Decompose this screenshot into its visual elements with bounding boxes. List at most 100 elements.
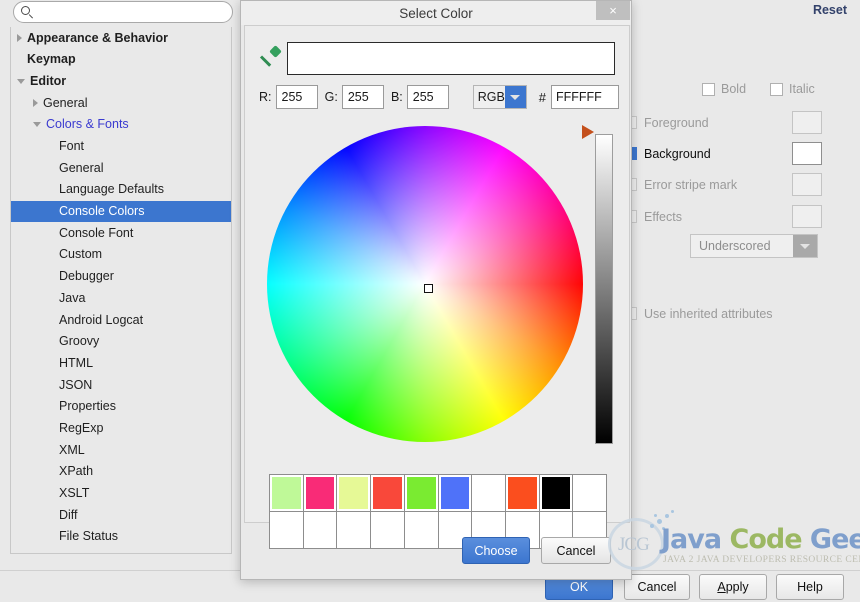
- swatch-cell[interactable]: [539, 475, 574, 512]
- attribute-row-error-stripe-mark[interactable]: Error stripe mark: [624, 172, 860, 197]
- swatch-cell[interactable]: [505, 475, 540, 512]
- dialog-body: R: G: B: RGB #: [244, 25, 630, 549]
- color-mode-value: RGB: [477, 90, 505, 104]
- tree-item-appearance-behavior[interactable]: Appearance & Behavior: [11, 27, 231, 49]
- tree-item-label: Custom: [59, 247, 103, 262]
- swatch-row: [270, 475, 607, 512]
- color-swatch-error-stripe-mark[interactable]: [792, 173, 822, 196]
- g-label: G:: [324, 90, 338, 104]
- swatch-cell[interactable]: [438, 475, 473, 512]
- search-box[interactable]: [13, 1, 233, 23]
- tree-item-label: JSON: [59, 377, 93, 392]
- attribute-row-background[interactable]: Background: [624, 141, 860, 166]
- help-button[interactable]: Help: [776, 574, 844, 600]
- swatch-cell[interactable]: [337, 475, 372, 512]
- effect-type-select[interactable]: Underscored: [690, 234, 818, 258]
- choose-button[interactable]: Choose: [462, 537, 530, 564]
- color-mode-select[interactable]: RGB: [472, 85, 527, 109]
- r-input[interactable]: [275, 85, 318, 109]
- swatch-cell[interactable]: [270, 475, 304, 512]
- tree-item-file-status[interactable]: File Status: [11, 526, 231, 548]
- swatch-cell[interactable]: [371, 475, 405, 512]
- tree-item-general[interactable]: General: [11, 157, 231, 179]
- rgb-channel-row: R: G: B: RGB #: [259, 84, 619, 110]
- tree-item-label: HTML: [59, 355, 94, 370]
- swatch-cell[interactable]: [472, 475, 506, 512]
- reset-link[interactable]: Reset: [813, 3, 847, 17]
- tree-item-label: XML: [59, 442, 85, 457]
- italic-label: Italic: [789, 82, 815, 96]
- color-wheel-marker[interactable]: [424, 284, 433, 293]
- tree-item-label: Editor: [30, 73, 67, 88]
- tree-item-json[interactable]: JSON: [11, 374, 231, 396]
- tree-item-label: Debugger: [59, 269, 114, 284]
- tree-item-label: XPath: [59, 464, 94, 479]
- swatch-cell[interactable]: [573, 475, 607, 512]
- italic-checkbox[interactable]: Italic: [770, 82, 815, 96]
- brightness-slider[interactable]: [595, 134, 613, 444]
- eyedropper-icon[interactable]: [259, 45, 282, 70]
- tree-item-properties[interactable]: Properties: [11, 396, 231, 418]
- attribute-label-background: Background: [644, 146, 711, 161]
- swatch-cell[interactable]: [404, 475, 439, 512]
- color-wheel[interactable]: [267, 126, 585, 444]
- dialog-cancel-button[interactable]: Cancel: [541, 537, 611, 564]
- apply-button[interactable]: Apply: [699, 574, 767, 600]
- search-input[interactable]: [34, 3, 224, 21]
- attribute-row-foreground[interactable]: Foreground: [624, 110, 860, 135]
- brightness-slider-thumb[interactable]: [582, 125, 594, 139]
- color-swatch-background[interactable]: [792, 142, 822, 165]
- g-input[interactable]: [341, 85, 384, 109]
- tree-item-xml[interactable]: XML: [11, 439, 231, 461]
- color-swatch-effects[interactable]: [792, 205, 822, 228]
- tree-item-custom[interactable]: Custom: [11, 244, 231, 266]
- tree-item-label: General: [59, 160, 104, 175]
- swatch-cell[interactable]: [303, 475, 338, 512]
- chevron-right-icon[interactable]: [17, 33, 22, 42]
- close-icon[interactable]: ×: [596, 1, 630, 20]
- tree-item-console-font[interactable]: Console Font: [11, 222, 231, 244]
- tree-item-label: RegExp: [59, 420, 104, 435]
- tree-item-keymap[interactable]: Keymap: [11, 49, 231, 71]
- tree-item-groovy[interactable]: Groovy: [11, 331, 231, 353]
- tree-item-language-defaults[interactable]: Language Defaults: [11, 179, 231, 201]
- tree-item-label: Language Defaults: [59, 182, 164, 197]
- tree-item-label: Keymap: [27, 52, 76, 67]
- settings-tree[interactable]: Appearance & Behavior Keymap Editor General…: [10, 27, 232, 554]
- tree-item-xslt[interactable]: XSLT: [11, 482, 231, 504]
- settings-tree-panel: Appearance & Behavior Keymap Editor General…: [0, 0, 238, 570]
- bold-checkbox[interactable]: Bold: [702, 82, 746, 96]
- tree-item-colors-fonts[interactable]: Colors & Fonts: [11, 114, 231, 136]
- tree-item-java[interactable]: Java: [11, 287, 231, 309]
- tree-item-general[interactable]: General: [11, 92, 231, 114]
- tree-item-diff[interactable]: Diff: [11, 504, 231, 526]
- chevron-down-icon[interactable]: [504, 86, 526, 108]
- tree-item-debugger[interactable]: Debugger: [11, 266, 231, 288]
- swatch-color: [440, 477, 470, 509]
- color-preview-row: [259, 40, 615, 76]
- hex-input[interactable]: [551, 85, 619, 109]
- tree-item-label: Colors & Fonts: [46, 117, 129, 132]
- color-swatch-foreground[interactable]: [792, 111, 822, 134]
- swatch-color: [373, 477, 402, 509]
- tree-item-xpath[interactable]: XPath: [11, 461, 231, 483]
- tree-item-regexp[interactable]: RegExp: [11, 417, 231, 439]
- tree-item-html[interactable]: HTML: [11, 352, 231, 374]
- tree-item-font[interactable]: Font: [11, 135, 231, 157]
- select-color-dialog: Select Color × R: G: B: RGB: [240, 0, 632, 580]
- chevron-right-icon[interactable]: [33, 98, 38, 107]
- tree-item-label: Android Logcat: [59, 312, 144, 327]
- cancel-button[interactable]: Cancel: [624, 574, 690, 600]
- chevron-down-icon[interactable]: [17, 78, 25, 84]
- tree-item-android-logcat[interactable]: Android Logcat: [11, 309, 231, 331]
- tree-item-label: Console Colors: [59, 204, 145, 219]
- attribute-row-effects[interactable]: Effects: [624, 204, 860, 229]
- italic-checkbox-box: [770, 82, 784, 96]
- chevron-down-icon[interactable]: [793, 235, 817, 257]
- b-input[interactable]: [406, 85, 449, 109]
- tree-item-console-colors[interactable]: Console Colors: [11, 200, 231, 223]
- screenshot-root: Appearance & Behavior Keymap Editor General…: [0, 0, 860, 602]
- use-inherited-attributes-checkbox[interactable]: Use inherited attributes: [624, 301, 860, 326]
- tree-item-editor[interactable]: Editor: [11, 70, 231, 92]
- chevron-down-icon[interactable]: [33, 122, 41, 128]
